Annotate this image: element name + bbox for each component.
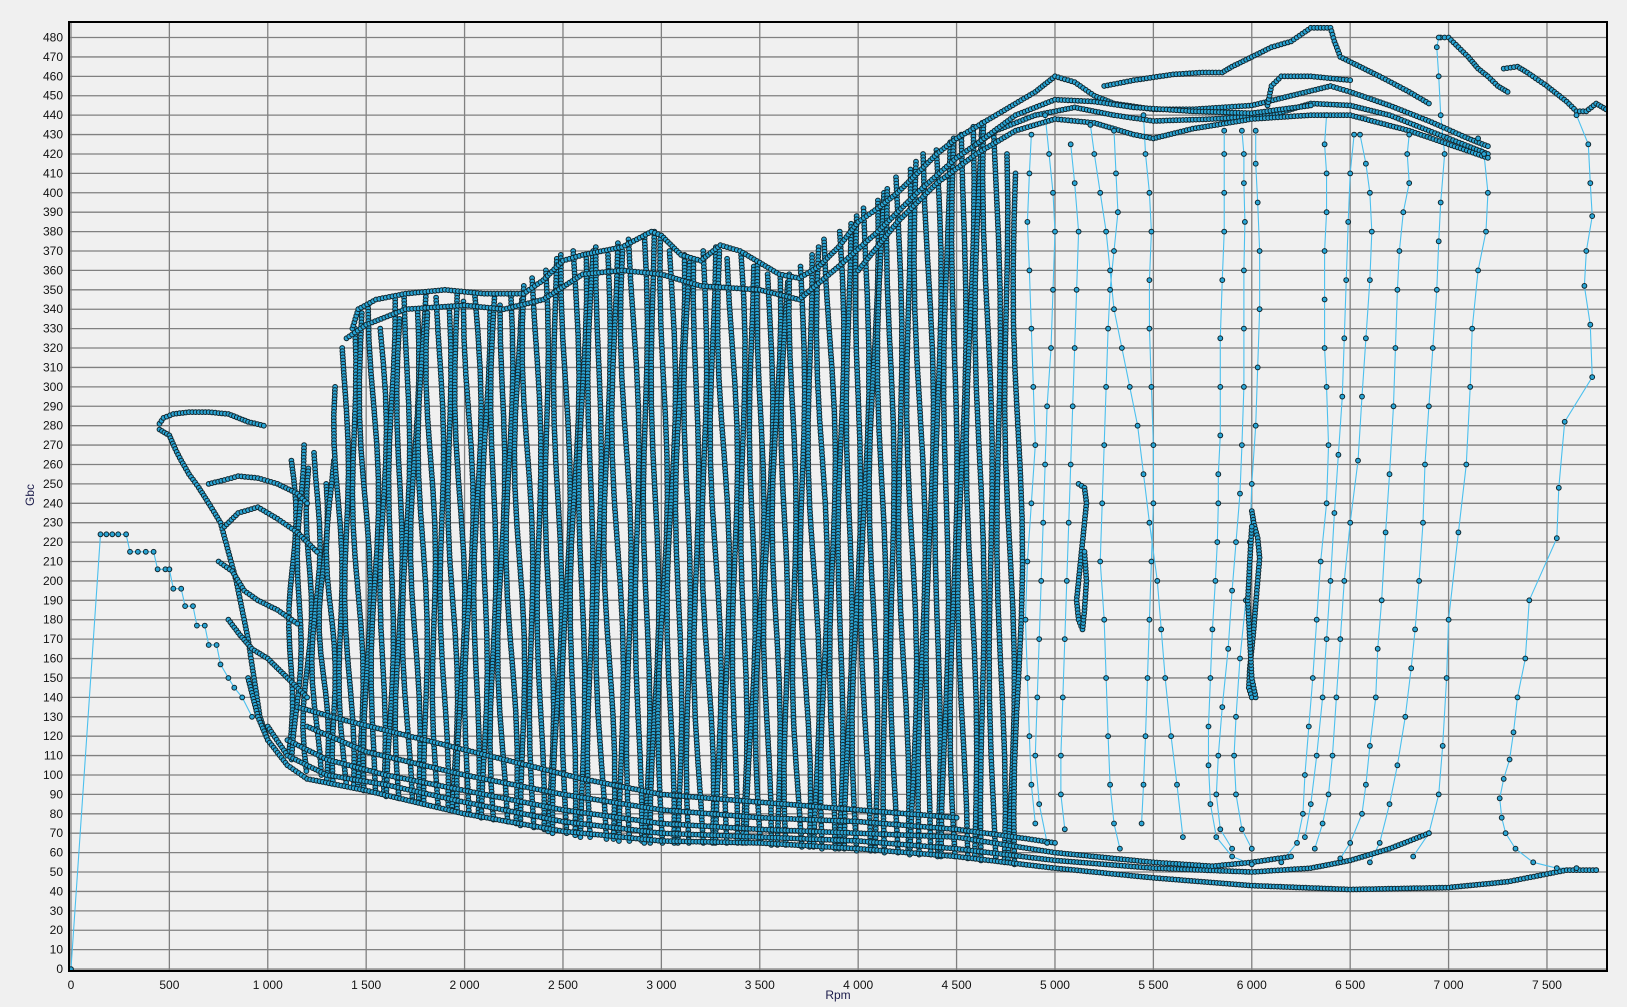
x-tick-label: 0	[68, 978, 75, 992]
y-tick-label: 380	[43, 225, 63, 239]
y-tick-label: 430	[43, 128, 63, 142]
y-tick-label: 370	[43, 244, 63, 258]
y-tick-label: 180	[43, 613, 63, 627]
x-tick-label: 1 500	[351, 978, 381, 992]
y-tick-label: 140	[43, 690, 63, 704]
y-tick-label: 300	[43, 380, 63, 394]
y-tick-label: 310	[43, 360, 63, 374]
x-tick-label: 4 500	[942, 978, 972, 992]
y-tick-label: 190	[43, 593, 63, 607]
x-tick-label: 1 000	[253, 978, 283, 992]
y-tick-label: 480	[43, 31, 63, 45]
y-tick-label: 80	[50, 807, 64, 821]
y-tick-label: 110	[44, 749, 63, 763]
x-tick-label: 3 500	[745, 978, 775, 992]
x-tick-label: 7 000	[1434, 978, 1464, 992]
x-tick-label: 6 000	[1237, 978, 1267, 992]
y-tick-label: 150	[43, 671, 63, 685]
y-tick-label: 260	[43, 457, 63, 471]
x-tick-label: 3 000	[646, 978, 676, 992]
y-tick-label: 120	[43, 729, 63, 743]
y-tick-label: 200	[43, 574, 63, 588]
y-tick-label: 330	[43, 322, 63, 336]
y-tick-label: 440	[43, 108, 63, 122]
gbc-vs-rpm-chart: 0 500 1 000 1 500 2 000 2 500 3 000 3 500 4 000 4…	[23, 21, 1608, 1002]
y-tick-label: 360	[43, 263, 63, 277]
x-tick-label: 5 500	[1138, 978, 1168, 992]
y-tick-label: 0	[56, 962, 63, 976]
y-tick-label: 10	[50, 943, 64, 957]
y-tick-label: 320	[43, 341, 63, 355]
x-tick-label: 7 500	[1532, 978, 1562, 992]
x-tick-label: 500	[159, 978, 179, 992]
y-tick-labels: 0 10 20 30 40 50 60 70 80 90 100 110 120 130 140 150 160…	[43, 31, 63, 977]
x-tick-label: 6 500	[1335, 978, 1365, 992]
x-tick-labels: 0 500 1 000 1 500 2 000 2 500 3 000 3 500 4 000 4…	[68, 978, 1563, 992]
y-tick-label: 460	[43, 69, 63, 83]
y-tick-label: 60	[50, 846, 64, 860]
x-tick-label: 2 500	[548, 978, 578, 992]
y-tick-label: 400	[43, 186, 63, 200]
x-tick-label: 5 000	[1040, 978, 1070, 992]
y-tick-label: 30	[50, 904, 64, 918]
y-tick-label: 40	[50, 884, 64, 898]
y-tick-label: 50	[50, 865, 64, 879]
x-tick-label: 2 000	[450, 978, 480, 992]
y-tick-label: 100	[43, 768, 63, 782]
y-tick-label: 210	[43, 555, 63, 569]
data-point	[303, 768, 310, 774]
y-tick-label: 280	[43, 419, 63, 433]
y-tick-label: 340	[43, 302, 63, 316]
y-tick-label: 230	[43, 516, 63, 530]
y-tick-label: 130	[43, 710, 63, 724]
y-tick-label: 70	[50, 826, 64, 840]
y-tick-label: 270	[43, 438, 63, 452]
y-tick-label: 390	[43, 205, 63, 219]
y-tick-label: 240	[43, 496, 63, 510]
y-tick-label: 250	[43, 477, 63, 491]
y-tick-label: 20	[50, 923, 64, 937]
y-tick-label: 220	[43, 535, 63, 549]
y-tick-label: 290	[43, 399, 63, 413]
y-tick-label: 410	[43, 166, 63, 180]
y-tick-label: 160	[43, 652, 63, 666]
y-tick-label: 170	[43, 632, 63, 646]
y-tick-label: 470	[43, 50, 63, 64]
y-tick-label: 450	[43, 89, 63, 103]
y-tick-label: 350	[43, 283, 63, 297]
y-tick-label: 420	[43, 147, 63, 161]
y-tick-label: 90	[50, 787, 64, 801]
